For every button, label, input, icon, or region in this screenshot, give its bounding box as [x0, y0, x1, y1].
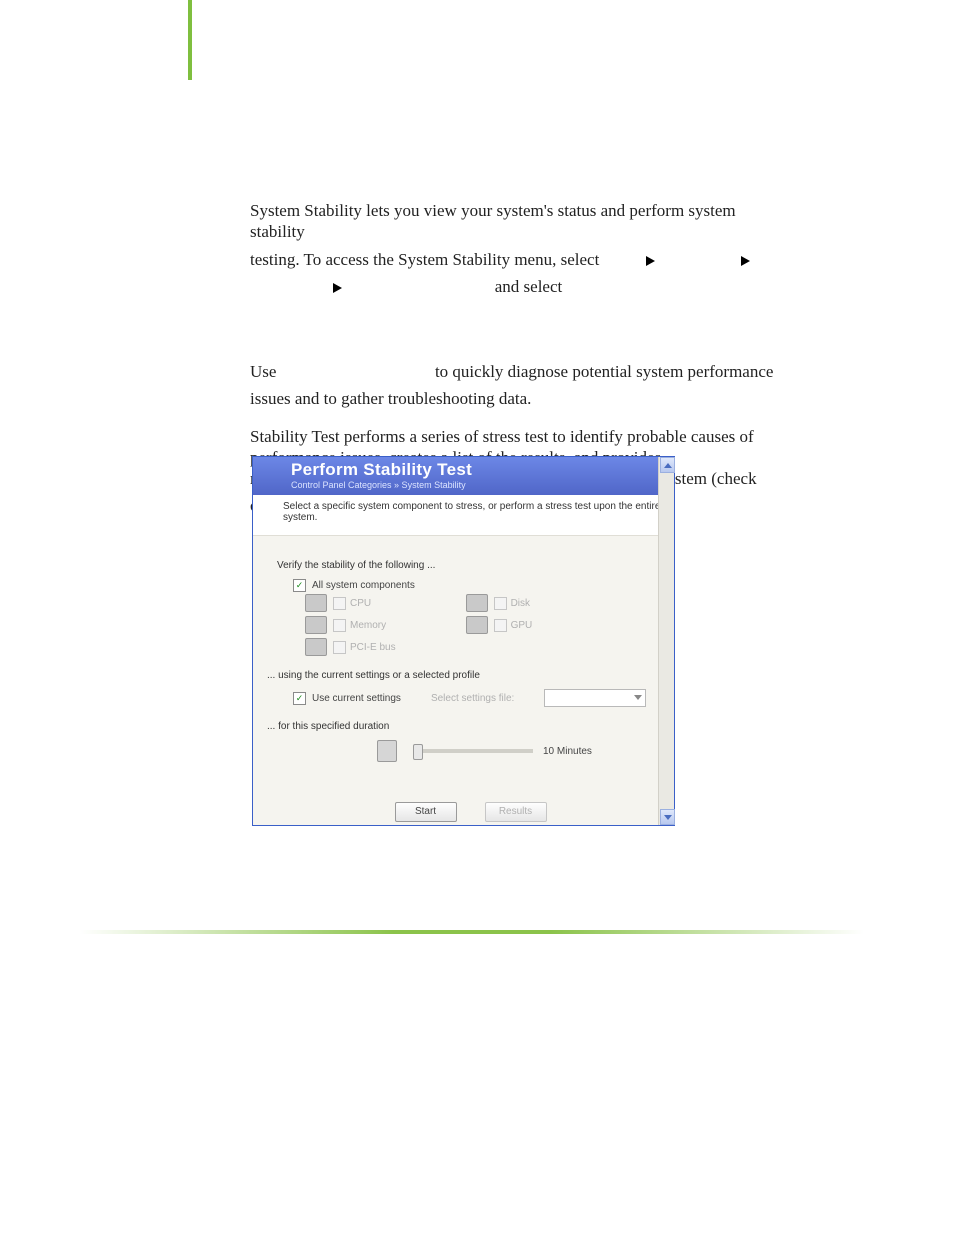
scrollbar[interactable]	[658, 457, 674, 825]
cpu-row: CPU	[305, 594, 396, 612]
intro-line-2a: testing. To access the System Stability …	[250, 250, 599, 269]
use-current-checkbox[interactable]	[293, 692, 306, 705]
scroll-down-button[interactable]	[660, 809, 675, 825]
screenshot-header: Perform Stability Test Control Panel Cat…	[253, 457, 674, 495]
scroll-up-button[interactable]	[660, 457, 675, 473]
verify-label: Verify the stability of the following ..…	[277, 560, 664, 571]
pcie-icon	[305, 638, 327, 656]
duration-slider-thumb[interactable]	[413, 744, 423, 760]
duration-slider[interactable]	[413, 749, 533, 753]
use-line-2: issues and to gather troubleshooting dat…	[250, 388, 780, 409]
all-components-label: All system components	[312, 580, 415, 591]
pcie-row: PCI-E bus	[305, 638, 396, 656]
memory-label: Memory	[350, 620, 386, 631]
results-button[interactable]: Results	[485, 802, 547, 822]
stability-test-screenshot: Perform Stability Test Control Panel Cat…	[252, 456, 675, 826]
start-button[interactable]: Start	[395, 802, 457, 822]
gpu-checkbox[interactable]	[494, 619, 507, 632]
clock-icon	[377, 740, 397, 762]
screenshot-body: Verify the stability of the following ..…	[253, 536, 674, 832]
arrow-icon	[741, 256, 750, 266]
duration-value: 10 Minutes	[543, 746, 592, 757]
all-components-checkbox[interactable]	[293, 579, 306, 592]
button-row: Start Results	[277, 802, 664, 822]
disk-row: Disk	[466, 594, 533, 612]
cpu-icon	[305, 594, 327, 612]
intro-line-3-text: and select	[495, 277, 563, 296]
screenshot-breadcrumb: Control Panel Categories » System Stabil…	[291, 480, 674, 490]
gpu-icon	[466, 616, 488, 634]
footer-rule	[80, 930, 864, 934]
arrow-icon	[333, 283, 342, 293]
pcie-checkbox[interactable]	[333, 641, 346, 654]
settings-file-dropdown[interactable]	[544, 689, 646, 707]
memory-icon	[305, 616, 327, 634]
use-rest: to quickly diagnose potential system per…	[435, 362, 774, 381]
pcie-label: PCI-E bus	[350, 642, 396, 653]
profile-label: ... using the current settings or a sele…	[267, 670, 664, 681]
components-grid: CPU Memory PCI-E bus	[305, 594, 664, 656]
gpu-row: GPU	[466, 616, 533, 634]
disk-checkbox[interactable]	[494, 597, 507, 610]
duration-slider-row: 10 Minutes	[377, 740, 664, 762]
vertical-rule	[188, 0, 192, 80]
memory-row: Memory	[305, 616, 396, 634]
use-word: Use	[250, 362, 276, 381]
intro-line-3: and select	[250, 276, 780, 297]
chevron-up-icon	[664, 463, 672, 468]
intro-line-1: System Stability lets you view your syst…	[250, 200, 780, 243]
arrow-icon	[646, 256, 655, 266]
disk-icon	[466, 594, 488, 612]
settings-row: Use current settings Select settings fil…	[293, 689, 664, 707]
disk-label: Disk	[511, 598, 530, 609]
chevron-down-icon	[664, 815, 672, 820]
use-line: Use to quickly diagnose potential system…	[250, 361, 780, 382]
screenshot-title: Perform Stability Test	[291, 460, 674, 480]
intro-line-2: testing. To access the System Stability …	[250, 249, 780, 270]
cpu-checkbox[interactable]	[333, 597, 346, 610]
memory-checkbox[interactable]	[333, 619, 346, 632]
gpu-label: GPU	[511, 620, 533, 631]
use-current-label: Use current settings	[312, 693, 401, 704]
all-components-row: All system components	[293, 579, 664, 592]
select-file-label: Select settings file:	[431, 693, 514, 704]
duration-label: ... for this specified duration	[267, 721, 664, 732]
screenshot-instruction: Select a specific system component to st…	[253, 495, 674, 536]
cpu-label: CPU	[350, 598, 371, 609]
